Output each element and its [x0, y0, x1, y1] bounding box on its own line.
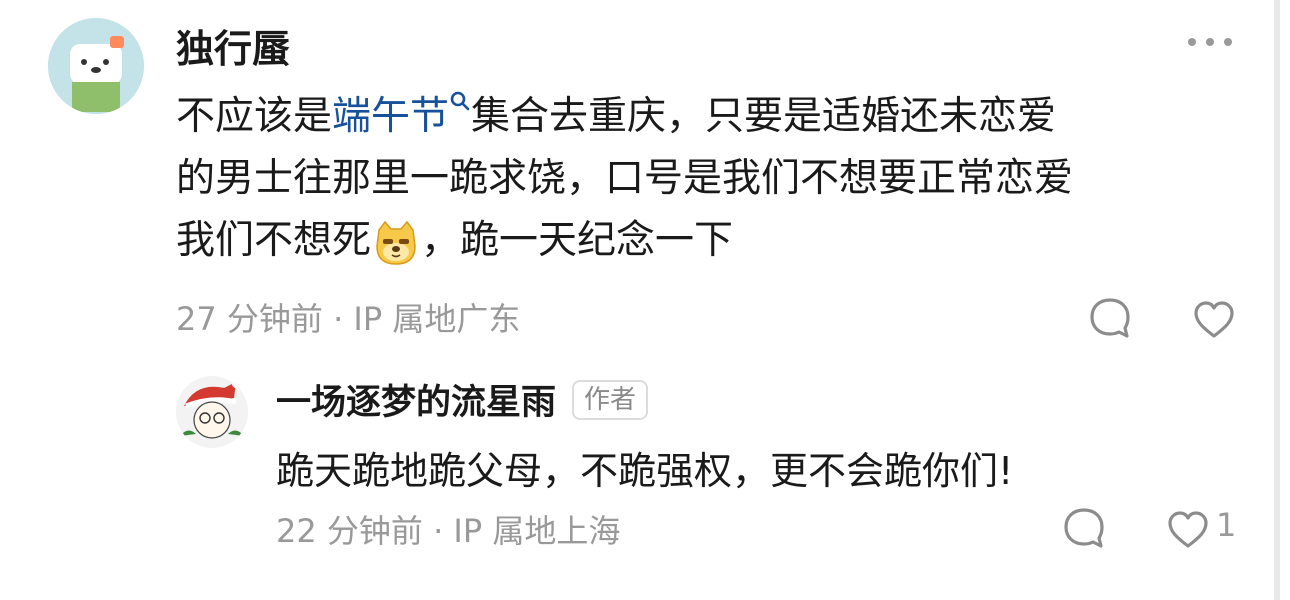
search-icon[interactable]: [449, 90, 471, 112]
comment-body: 不应该是端午节 集合去重庆，只要是适婚还未恋爱 的男士往那里一跪求饶，口号是我们不…: [176, 86, 1236, 272]
scrollbar[interactable]: [1274, 0, 1280, 600]
heart-icon[interactable]: [1192, 298, 1236, 342]
avatar[interactable]: [48, 18, 144, 114]
reply-body: 跪天跪地跪父母，不跪强权，更不会跪你们!: [276, 449, 1014, 493]
comment-bubble-icon[interactable]: [1088, 296, 1132, 340]
heart-icon[interactable]: [1166, 508, 1210, 552]
comment-bubble-icon[interactable]: [1062, 506, 1106, 550]
author-badge: 作者: [572, 379, 649, 420]
doge-emoji-icon: [376, 220, 416, 265]
more-dots-icon[interactable]: [1188, 30, 1232, 54]
avatar[interactable]: [176, 376, 248, 448]
comment-text: 集合去重庆，只要是适婚还未恋爱: [471, 94, 1057, 139]
like-count: 1: [1216, 506, 1237, 544]
comment-line: 的男士往那里一跪求饶，口号是我们不想要正常恋爱: [176, 148, 1236, 210]
comment-line: 不应该是端午节 集合去重庆，只要是适婚还未恋爱: [176, 86, 1236, 148]
topic-link[interactable]: 端午节: [332, 94, 449, 139]
comment-line: 我们不想死 ，跪一天纪念一下: [176, 210, 1236, 272]
comment-text: ，跪一天纪念一下: [421, 218, 734, 263]
comment-author[interactable]: 独行蜃: [176, 18, 290, 73]
comment-text: 我们不想死: [176, 218, 372, 263]
reply-author-name[interactable]: 一场逐梦的流星雨: [276, 374, 556, 425]
comment-text: 的男士往那里一跪求饶，口号是我们不想要正常恋爱: [176, 156, 1074, 201]
comment-meta: 27 分钟前 · IP 属地广东: [176, 300, 521, 338]
comment-text: 不应该是: [176, 94, 333, 139]
reply-author[interactable]: 一场逐梦的流星雨 作者: [276, 374, 649, 425]
reply-meta: 22 分钟前 · IP 属地上海: [276, 512, 621, 550]
comment-thread: 独行蜃 不应该是端午节 集合去重庆，只要是适婚还未恋爱 的男士往那里一跪求饶，口号…: [0, 0, 1290, 600]
